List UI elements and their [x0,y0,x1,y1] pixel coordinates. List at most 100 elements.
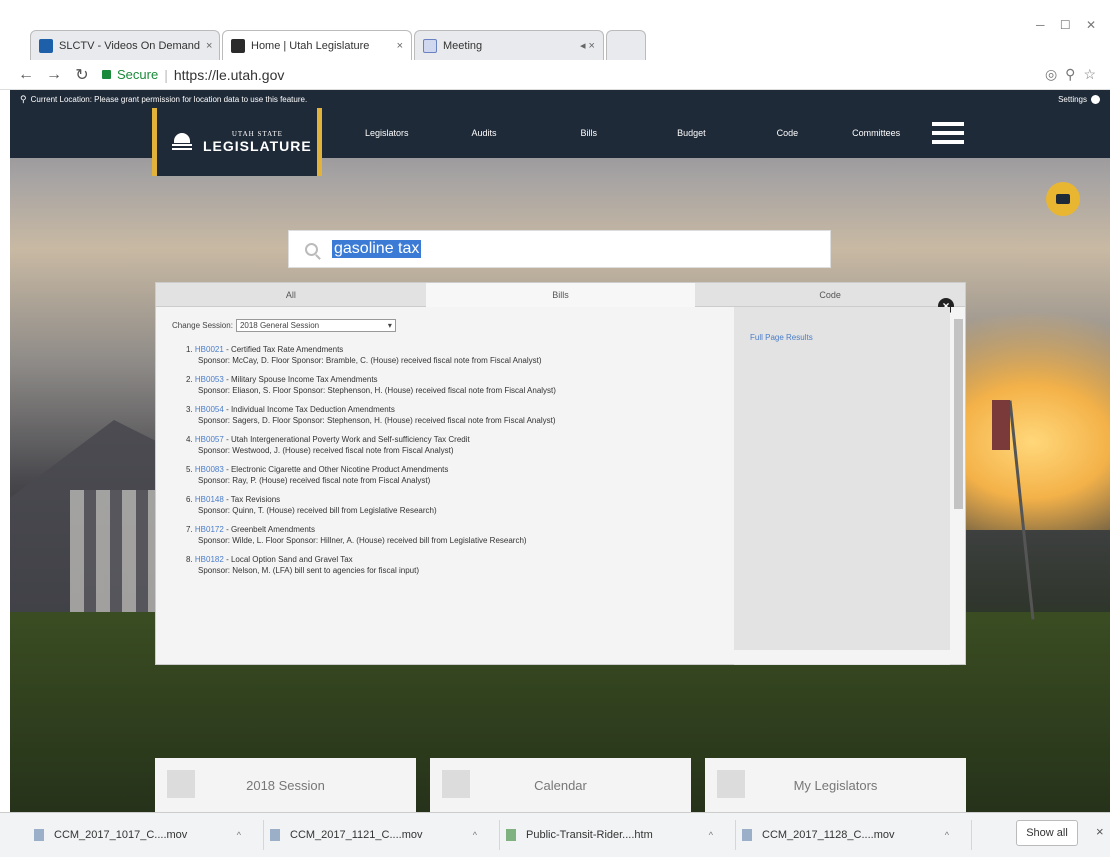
capitol-icon [167,770,195,798]
page-viewport: ⚲ Current Location: Please grant permiss… [10,90,1110,812]
bill-link[interactable]: HB0182 [195,555,224,564]
reload-icon[interactable]: ↻ [74,65,90,85]
video-file-icon [270,829,280,841]
quick-links: 2018 Session Calendar My Legislators [155,758,966,812]
hamburger-menu-icon[interactable] [932,122,964,144]
camera-icon [1056,194,1070,204]
url-separator: | [164,66,168,83]
result-item: 8. HB0182 - Local Option Sand and Gravel… [186,555,419,575]
close-tab-icon[interactable]: ◂ × [580,39,595,52]
full-page-results-link[interactable]: Full Page Results [750,333,813,342]
download-item[interactable]: CCM_2017_1121_C....mov ^ [264,820,500,850]
video-file-icon [742,829,752,841]
results-sidebar: Full Page Results [734,307,950,665]
browser-tabstrip: SLCTV - Videos On Demand × Home | Utah L… [0,0,1110,60]
bill-link[interactable]: HB0054 [195,405,224,414]
tile-2018-session[interactable]: 2018 Session [155,758,416,812]
results-tabs: All Bills Code [156,283,966,307]
tab-title: Home | Utah Legislature [251,39,370,52]
settings-link[interactable]: Settings [1058,94,1100,104]
show-all-downloads-button[interactable]: Show all [1016,820,1078,846]
tab-bills[interactable]: Bills [425,283,696,307]
browser-tab-utah-legislature[interactable]: Home | Utah Legislature × [222,30,412,60]
secure-label: Secure [117,67,159,82]
logo-text: UTAH STATE LEGISLATURE [203,130,312,154]
nav-code[interactable]: Code [777,128,799,138]
nav-budget[interactable]: Budget [677,128,706,138]
photo-info-button[interactable] [1046,182,1080,216]
location-pin-icon: ⚲ [20,93,27,104]
result-item: 4. HB0057 - Utah Intergenerational Pover… [186,435,470,455]
nav-legislators[interactable]: Legislators [365,128,409,138]
url-text: https://le.utah.gov [173,66,285,83]
session-select[interactable]: 2018 General Session ▾ [235,319,396,332]
horizontal-scrollbar[interactable] [156,650,953,664]
close-downloads-icon[interactable]: × [1096,824,1104,839]
search-input[interactable]: gasoline tax [332,240,422,258]
bill-link[interactable]: HB0083 [195,465,224,474]
bill-link[interactable]: HB0057 [195,435,224,444]
chevron-up-icon[interactable]: ^ [473,830,477,840]
location-notice-text: Current Location: Please grant permissio… [30,94,308,104]
capitol-dome-icon [171,129,193,155]
extension-icon[interactable]: ◎ [1045,66,1057,83]
tab-title: Meeting [443,39,483,52]
url-field[interactable]: Secure | https://le.utah.gov [102,64,402,86]
nav-audits[interactable]: Audits [472,128,497,138]
forward-arrow-icon[interactable]: → [46,66,62,84]
new-tab-button[interactable] [606,30,646,60]
slctv-favicon-icon [39,38,53,53]
nav-committees[interactable]: Committees [852,128,900,138]
result-item: 3. HB0054 - Individual Income Tax Deduct… [186,405,556,425]
zoom-icon[interactable]: ⚲ [1065,66,1075,83]
bookmark-star-icon[interactable]: ☆ [1083,66,1096,83]
bill-results: Change Session: 2018 General Session ▾ 1… [172,319,732,584]
chevron-up-icon[interactable]: ^ [945,830,949,840]
flag-image [992,400,1010,450]
result-item: 5. HB0083 - Electronic Cigarette and Oth… [186,465,449,485]
gear-icon [1091,94,1100,104]
bill-link[interactable]: HB0053 [195,375,224,384]
downloads-bar: CCM_2017_1017_C....mov ^ CCM_2017_1121_C… [0,812,1110,857]
tab-title: SLCTV - Videos On Demand [59,39,201,52]
close-tab-icon[interactable]: × [397,40,403,52]
tab-all[interactable]: All [156,283,426,307]
location-notice-bar: ⚲ Current Location: Please grant permiss… [10,90,1110,108]
back-arrow-icon[interactable]: ← [18,66,34,84]
result-item: 2. HB0053 - Military Spouse Income Tax A… [186,375,556,395]
session-label: Change Session: [172,321,233,330]
address-bar: ← → ↻ Secure | https://le.utah.gov [0,60,1110,90]
nav-bills[interactable]: Bills [581,128,598,138]
search-box[interactable]: gasoline tax [288,230,831,268]
result-item: 7. HB0172 - Greenbelt Amendments Sponsor… [186,525,527,545]
browser-toolbar-icons: ◎ ⚲ ☆ [1045,66,1096,83]
bill-link[interactable]: HB0021 [195,345,224,354]
chevron-up-icon[interactable]: ^ [709,830,713,840]
download-item[interactable]: CCM_2017_1128_C....mov ^ [736,820,972,850]
chevron-up-icon[interactable]: ^ [237,830,241,840]
download-item[interactable]: Public-Transit-Rider....htm ^ [500,820,736,850]
main-nav: Legislators Audits Bills Budget Code Com… [365,108,900,158]
map-icon [717,770,745,798]
tile-calendar[interactable]: Calendar [430,758,691,812]
window-controls[interactable]: ─ ☐ ✕ [1036,18,1102,32]
bill-link[interactable]: HB0172 [195,525,224,534]
browser-tab-slctv[interactable]: SLCTV - Videos On Demand × [30,30,220,60]
result-item: 6. HB0148 - Tax Revisions Sponsor: Quinn… [186,495,437,515]
download-item[interactable]: CCM_2017_1017_C....mov ^ [28,820,264,850]
calendar-favicon-icon [423,38,437,53]
tab-code[interactable]: Code [695,283,966,307]
bill-link[interactable]: HB0148 [195,495,224,504]
tile-my-legislators[interactable]: My Legislators [705,758,966,812]
utah-legislature-favicon-icon [231,38,245,53]
close-tab-icon[interactable]: × [206,40,212,52]
lock-icon [102,70,111,79]
result-item: 1. HB0021 - Certified Tax Rate Amendment… [186,345,542,365]
html-file-icon [506,829,516,841]
vertical-scrollbar[interactable] [951,307,965,643]
legislature-logo[interactable]: UTAH STATE LEGISLATURE [152,108,322,176]
browser-tab-meeting[interactable]: Meeting ◂ × [414,30,604,60]
scrollbar-thumb[interactable] [954,319,963,509]
calendar-icon [442,770,470,798]
video-file-icon [34,829,44,841]
